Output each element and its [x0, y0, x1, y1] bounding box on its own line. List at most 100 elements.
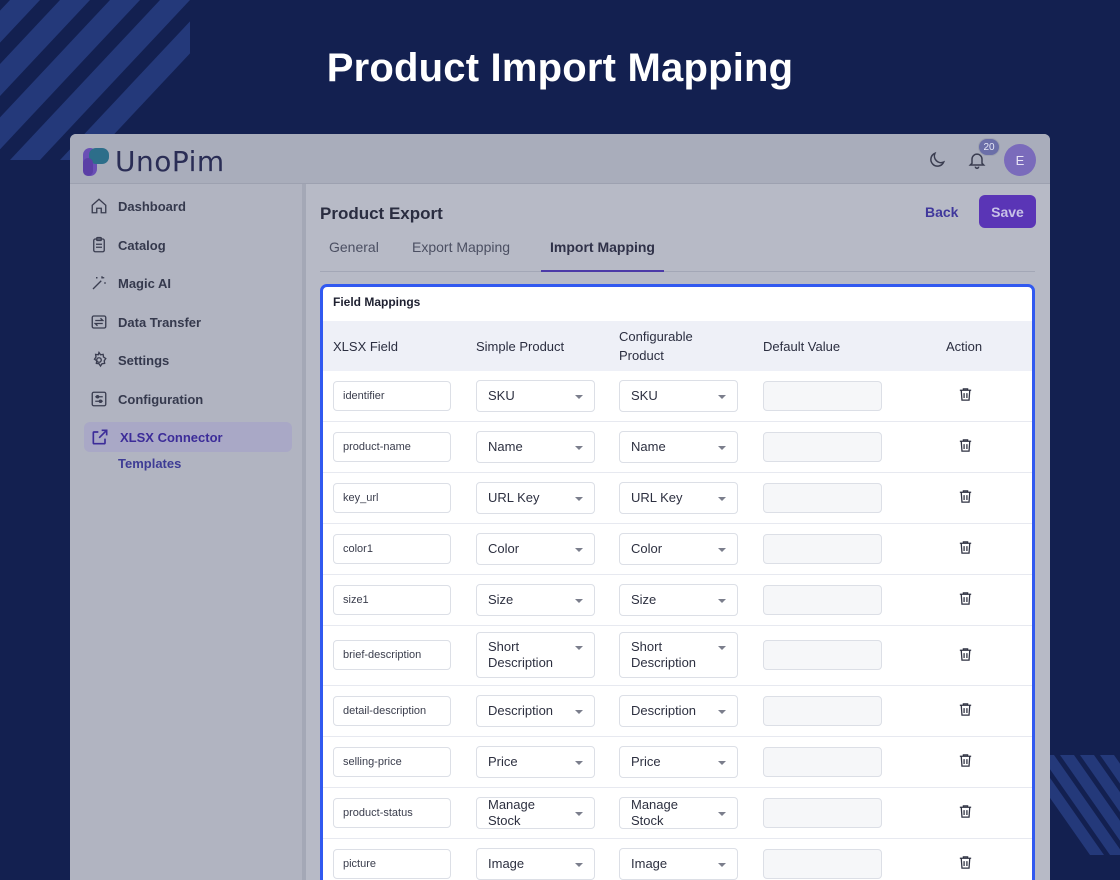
- simple-product-select[interactable]: Color: [476, 532, 595, 565]
- table-row: selling-price Price Price: [323, 737, 1032, 788]
- simple-product-select[interactable]: SKU: [476, 379, 595, 412]
- select-value: Color: [631, 540, 663, 556]
- configurable-product-select[interactable]: Image: [619, 847, 738, 880]
- chevron-down-icon: [575, 496, 583, 501]
- chevron-down-icon: [575, 862, 583, 867]
- trash-icon: [959, 754, 971, 767]
- user-avatar[interactable]: E: [1004, 144, 1036, 176]
- logo[interactable]: UnoPim: [83, 145, 225, 178]
- delete-mapping-button[interactable]: [953, 698, 977, 722]
- simple-product-select[interactable]: Price: [476, 745, 595, 778]
- table-row: identifier SKU SKU: [323, 371, 1032, 422]
- delete-mapping-button[interactable]: [953, 587, 977, 611]
- save-button[interactable]: Save: [979, 195, 1036, 228]
- simple-product-select[interactable]: Name: [476, 430, 595, 463]
- select-value: Image: [488, 855, 525, 871]
- select-value: Price: [631, 753, 661, 769]
- configurable-product-select[interactable]: URL Key: [619, 481, 738, 514]
- configurable-product-select[interactable]: Size: [619, 583, 738, 616]
- default-value-input[interactable]: [763, 482, 882, 513]
- simple-product-select[interactable]: URL Key: [476, 481, 595, 514]
- xlsx-field-input[interactable]: picture: [333, 848, 451, 879]
- default-value-input[interactable]: [763, 848, 882, 879]
- default-value-input[interactable]: [763, 746, 882, 777]
- configurable-product-select[interactable]: Price: [619, 745, 738, 778]
- sidebar-item-configuration[interactable]: Configuration: [84, 384, 292, 414]
- xlsx-field-input[interactable]: product-name: [333, 431, 451, 462]
- xlsx-field-input[interactable]: key_url: [333, 482, 451, 513]
- panel-title: Field Mappings: [333, 295, 421, 309]
- configurable-product-select[interactable]: Name: [619, 430, 738, 463]
- chevron-down-icon: [718, 445, 726, 450]
- trash-icon: [959, 388, 971, 401]
- simple-product-select[interactable]: Description: [476, 694, 595, 727]
- select-value: Price: [488, 753, 518, 769]
- chevron-down-icon: [575, 598, 583, 603]
- configurable-product-select[interactable]: SKU: [619, 379, 738, 412]
- simple-product-select[interactable]: Short Description: [476, 632, 595, 678]
- chevron-down-icon: [575, 445, 583, 450]
- select-value: URL Key: [631, 489, 683, 505]
- select-value: SKU: [631, 387, 658, 403]
- sidebar-item-dashboard[interactable]: Dashboard: [84, 191, 292, 221]
- logo-icon: [83, 147, 111, 176]
- tab-import-mapping[interactable]: Import Mapping: [541, 239, 664, 272]
- default-value-input[interactable]: [763, 640, 882, 670]
- delete-mapping-button[interactable]: [953, 485, 977, 509]
- sidebar-item-label: Magic AI: [118, 275, 171, 291]
- configurable-product-select[interactable]: Short Description: [619, 632, 738, 678]
- table-row: size1 Size Size: [323, 575, 1032, 626]
- column-header-xlsx-field: XLSX Field: [333, 338, 399, 354]
- transfer-icon: [91, 315, 107, 329]
- default-value-input[interactable]: [763, 533, 882, 564]
- delete-mapping-button[interactable]: [953, 434, 977, 458]
- delete-mapping-button[interactable]: [953, 642, 977, 666]
- simple-product-select[interactable]: Size: [476, 583, 595, 616]
- default-value-input[interactable]: [763, 584, 882, 615]
- xlsx-field-input[interactable]: selling-price: [333, 746, 451, 777]
- trash-icon: [959, 703, 971, 716]
- xlsx-field-input[interactable]: product-status: [333, 797, 451, 828]
- configurable-product-select[interactable]: Manage Stock: [619, 796, 738, 829]
- default-value-input[interactable]: [763, 695, 882, 726]
- simple-product-select[interactable]: Image: [476, 847, 595, 880]
- back-button[interactable]: Back: [925, 204, 958, 220]
- sidebar: Dashboard Catalog Magic AI Data Transfer…: [70, 184, 306, 880]
- trash-icon: [959, 647, 971, 661]
- clipboard-icon: [93, 236, 105, 253]
- simple-product-select[interactable]: Manage Stock: [476, 796, 595, 829]
- configurable-product-select[interactable]: Description: [619, 694, 738, 727]
- tab-export-mapping[interactable]: Export Mapping: [412, 239, 510, 272]
- delete-mapping-button[interactable]: [953, 851, 977, 875]
- select-value: Name: [488, 438, 523, 454]
- xlsx-field-input[interactable]: color1: [333, 533, 451, 564]
- table-row: detail-description Description Description: [323, 686, 1032, 737]
- delete-mapping-button[interactable]: [953, 536, 977, 560]
- app-window: UnoPim 20 E Dashboard Catalog Magic AI D…: [70, 134, 1050, 880]
- delete-mapping-button[interactable]: [953, 749, 977, 773]
- dark-mode-toggle[interactable]: [924, 147, 950, 173]
- select-value: Manage Stock: [488, 796, 535, 828]
- configurable-product-select[interactable]: Color: [619, 532, 738, 565]
- sidebar-item-data-transfer[interactable]: Data Transfer: [84, 307, 292, 337]
- delete-mapping-button[interactable]: [953, 383, 977, 407]
- default-value-input[interactable]: [763, 431, 882, 462]
- sidebar-item-magic-ai[interactable]: Magic AI: [84, 268, 292, 298]
- default-value-input[interactable]: [763, 797, 882, 828]
- tab-bar: General Export Mapping Import Mapping: [320, 234, 1035, 272]
- sidebar-item-settings[interactable]: Settings: [84, 345, 292, 375]
- sidebar-subitem-templates[interactable]: Templates: [118, 456, 181, 471]
- sidebar-item-catalog[interactable]: Catalog: [84, 230, 292, 260]
- default-value-input[interactable]: [763, 380, 882, 411]
- sidebar-item-xlsx-connector[interactable]: XLSX Connector: [84, 422, 292, 452]
- xlsx-field-input[interactable]: detail-description: [333, 695, 451, 726]
- xlsx-field-input[interactable]: brief-description: [333, 640, 451, 670]
- notifications-button[interactable]: 20: [964, 138, 1000, 173]
- xlsx-field-input[interactable]: identifier: [333, 380, 451, 411]
- xlsx-field-input[interactable]: size1: [333, 584, 451, 615]
- table-row: product-name Name Name: [323, 422, 1032, 473]
- delete-mapping-button[interactable]: [953, 800, 977, 824]
- tab-general[interactable]: General: [329, 239, 379, 272]
- chevron-down-icon: [718, 598, 726, 603]
- column-header-action: Action: [946, 338, 983, 354]
